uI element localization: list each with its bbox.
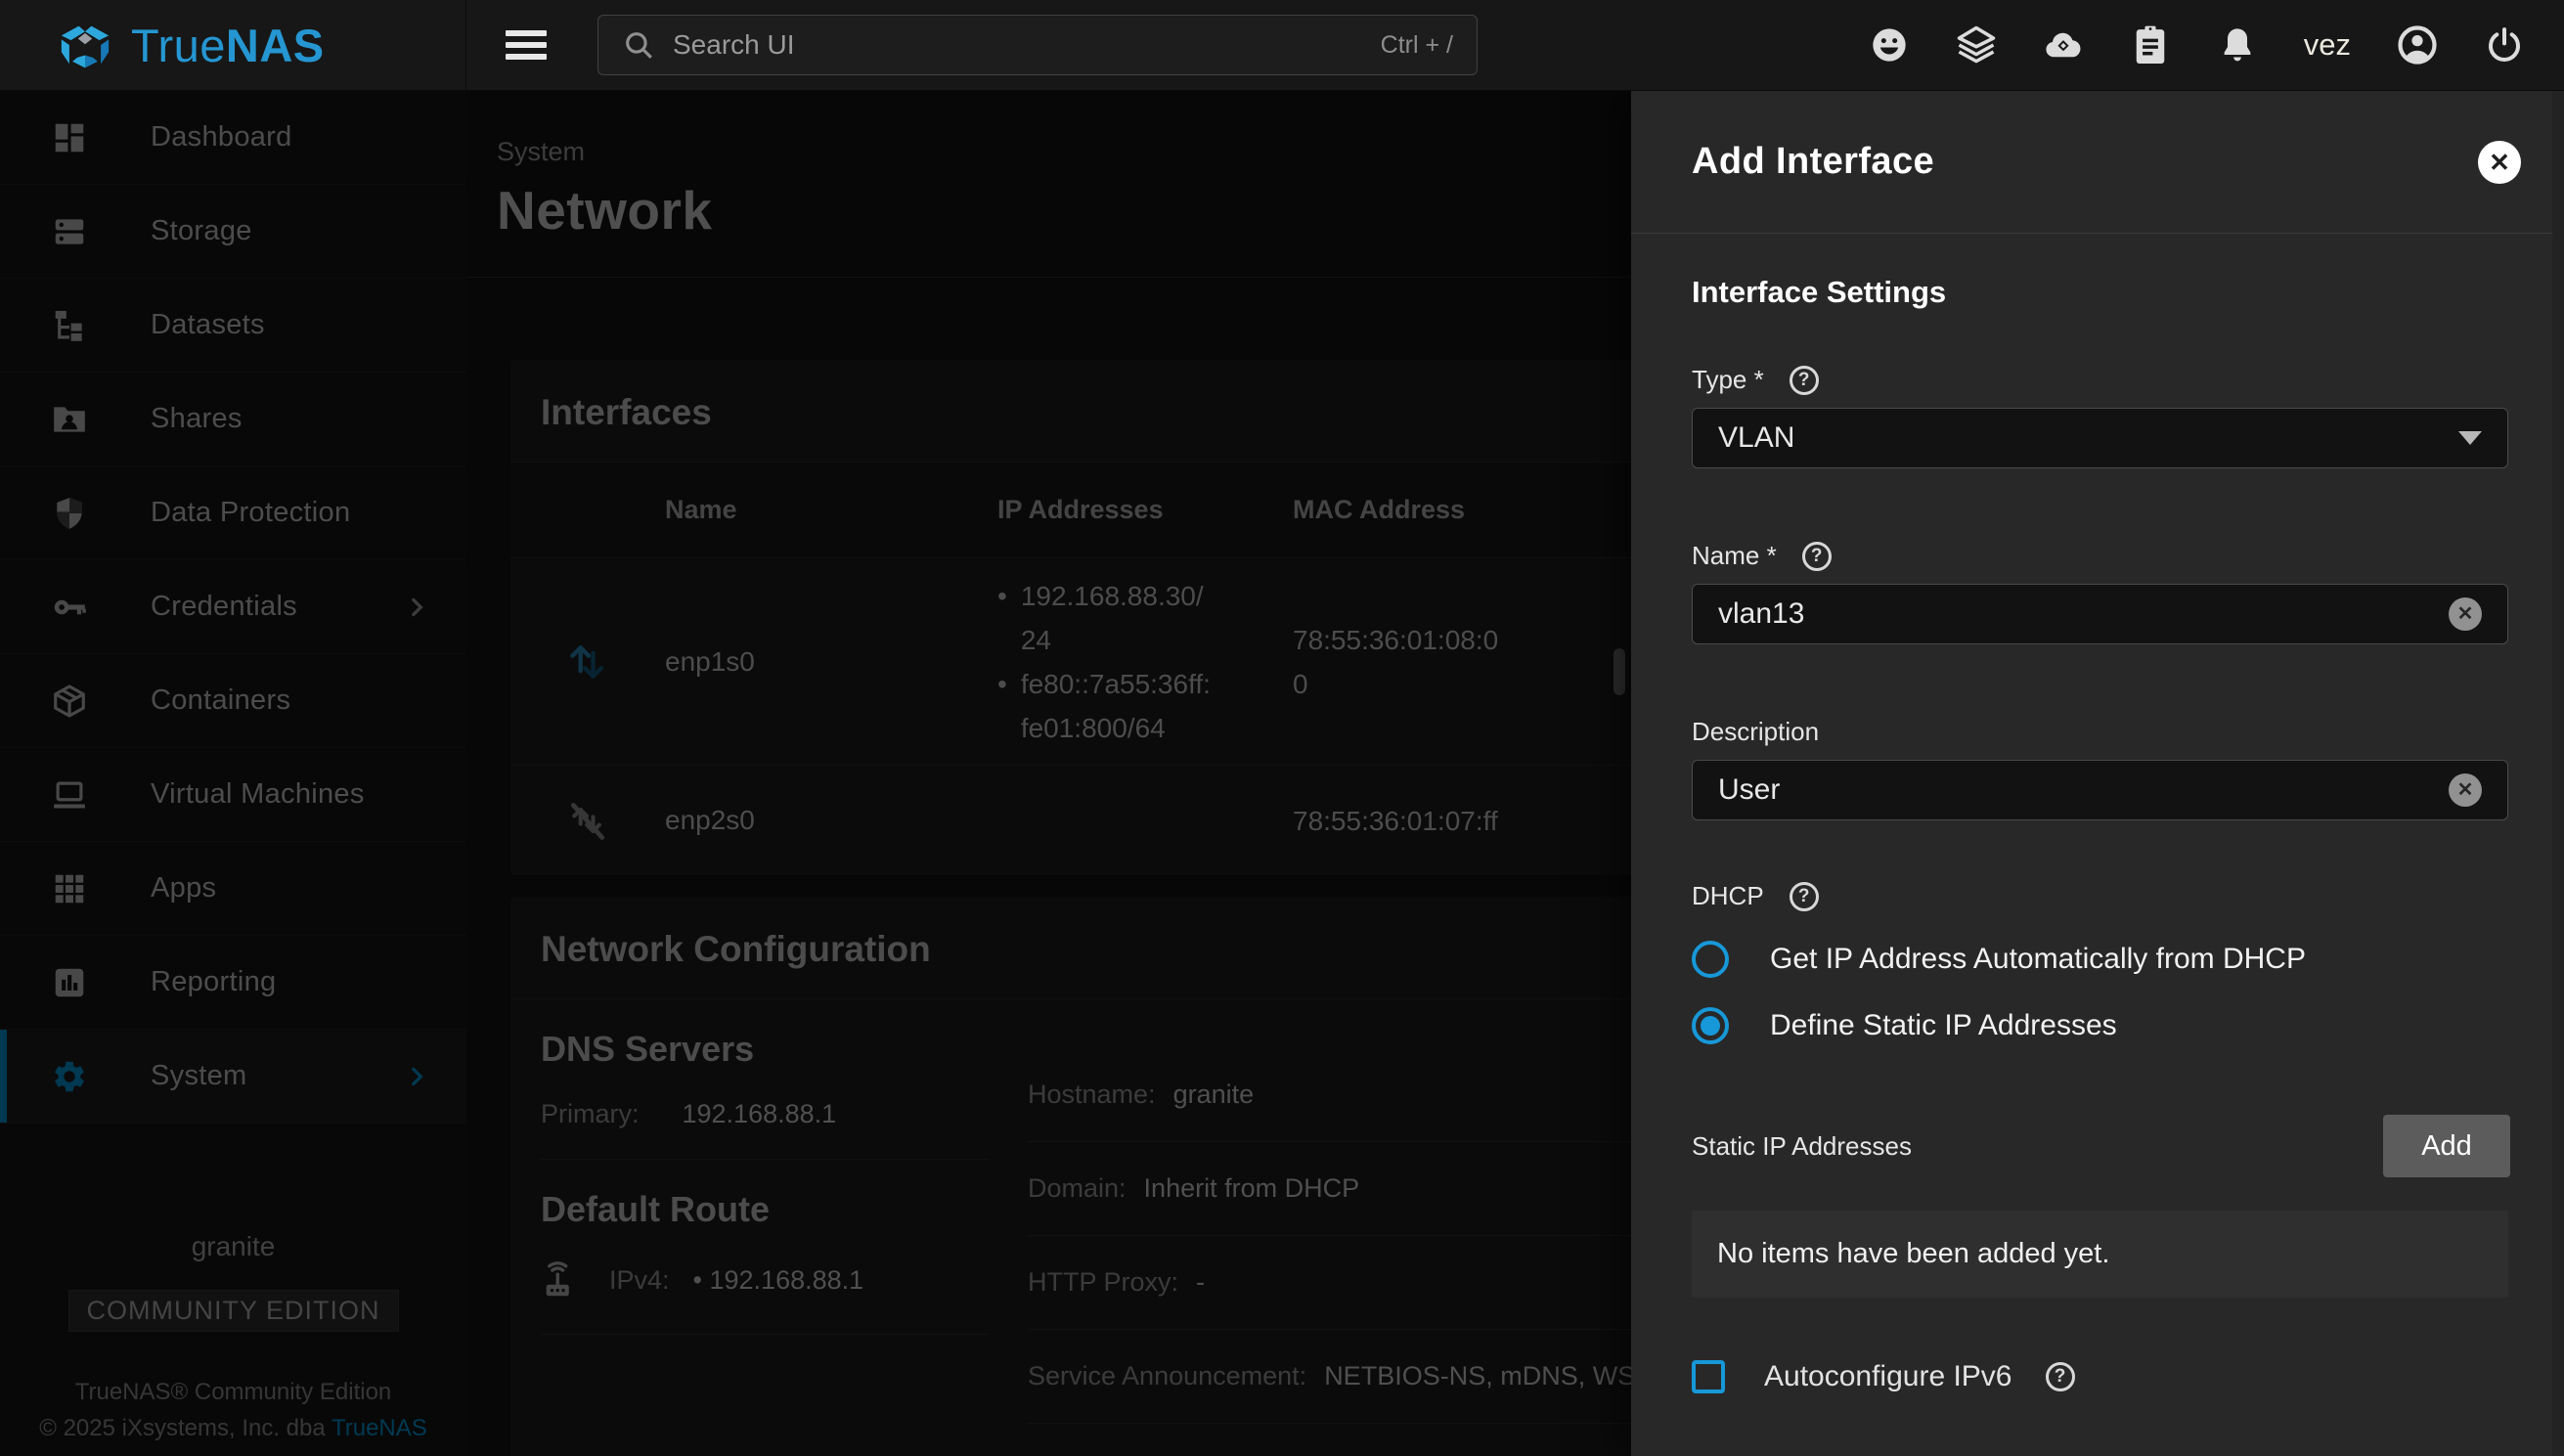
chevron-down-icon (2458, 431, 2482, 445)
truenas-logo[interactable]: TrueNAS (0, 0, 466, 90)
dhcp-label: DHCP (1692, 881, 1764, 911)
truenas-logo-text: TrueNAS (131, 19, 325, 72)
radio-static-ip[interactable]: Define Static IP Addresses (1692, 1007, 2510, 1044)
interface-settings-heading: Interface Settings (1692, 275, 2510, 310)
radio-dhcp-automatic[interactable]: Get IP Address Automatically from DHCP (1692, 941, 2510, 978)
power-icon[interactable] (2484, 24, 2525, 66)
description-input[interactable] (1718, 773, 2449, 807)
autoconfigure-ipv6-row: Autoconfigure IPv6 ? (1692, 1360, 2510, 1393)
description-field-group: Description ✕ (1692, 717, 2510, 820)
search-input[interactable] (673, 29, 1363, 61)
autoconfigure-ipv6-label: Autoconfigure IPv6 (1764, 1360, 2012, 1393)
truenas-app: TrueNAS Ctrl + / v (0, 0, 2564, 1456)
clipboard-icon[interactable] (2130, 24, 2171, 66)
bell-icon[interactable] (2217, 24, 2258, 66)
close-icon[interactable]: ✕ (2478, 141, 2521, 184)
panel-title: Add Interface (1692, 141, 1934, 183)
avatar-icon[interactable] (2397, 24, 2438, 66)
static-ip-label: Static IP Addresses (1692, 1131, 1912, 1162)
static-ip-section: Static IP Addresses Add (1692, 1115, 2510, 1177)
type-field-group: Type * ? VLAN (1692, 365, 2510, 468)
search-shortcut: Ctrl + / (1381, 31, 1453, 60)
clear-input-icon[interactable]: ✕ (2449, 773, 2482, 807)
name-input[interactable] (1718, 597, 2449, 631)
radio-button-icon (1692, 1007, 1729, 1044)
static-ip-empty-message: No items have been added yet. (1692, 1211, 2508, 1298)
panel-scrollbar[interactable] (2552, 91, 2564, 1456)
add-static-ip-button[interactable]: Add (2383, 1115, 2510, 1177)
add-interface-panel: Add Interface ✕ Interface Settings Type … (1631, 91, 2564, 1456)
type-select[interactable]: VLAN (1692, 408, 2508, 468)
radio-button-icon (1692, 941, 1729, 978)
panel-body: Interface Settings Type * ? VLAN Name * … (1631, 234, 2564, 1393)
username-label[interactable]: vez (2304, 27, 2351, 63)
search-icon (622, 28, 655, 62)
global-search: Ctrl + / (597, 15, 1478, 75)
help-icon[interactable]: ? (2046, 1362, 2075, 1391)
dhcp-group: DHCP ? Get IP Address Automatically from… (1692, 881, 2510, 1044)
description-label: Description (1692, 717, 1819, 747)
cloud-sync-icon[interactable] (2043, 24, 2084, 66)
panel-header: Add Interface ✕ (1631, 91, 2564, 234)
name-label: Name * (1692, 541, 1777, 571)
topbar: TrueNAS Ctrl + / v (0, 0, 2564, 91)
help-icon[interactable]: ? (1790, 366, 1819, 395)
truenas-logo-icon (57, 21, 113, 69)
name-field-group: Name * ? ✕ (1692, 541, 2510, 644)
help-icon[interactable]: ? (1790, 882, 1819, 911)
clear-input-icon[interactable]: ✕ (2449, 597, 2482, 631)
autoconfigure-ipv6-checkbox[interactable] (1692, 1360, 1725, 1393)
topbar-icons: vez (1869, 24, 2564, 66)
type-label: Type * (1692, 365, 1764, 395)
stack-icon[interactable] (1956, 24, 1997, 66)
smiley-icon[interactable] (1869, 24, 1910, 66)
help-icon[interactable]: ? (1802, 542, 1832, 571)
menu-toggle-icon[interactable] (506, 30, 547, 60)
